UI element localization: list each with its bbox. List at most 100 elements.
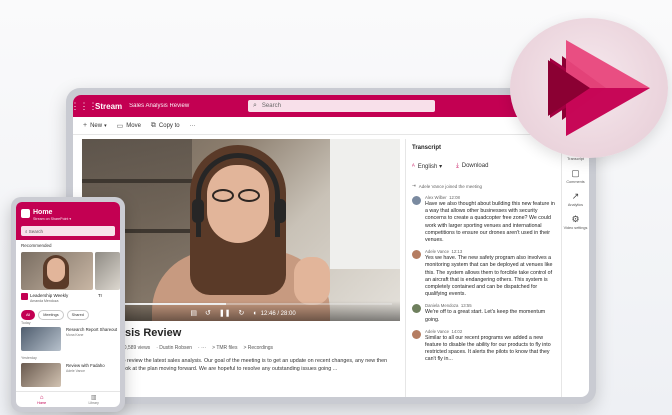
transcript-entry[interactable]: Daniela Mendoza 13:55 We're off to a gre… [412,303,558,323]
tab-home[interactable]: ⌂ Home [37,395,46,405]
more-button[interactable]: ··· [190,123,196,129]
entry-time: 12:13 [451,249,463,255]
entry-body: Adele Vance 12:13 Yes we have. The new s… [425,249,558,298]
entry-header: Adele Vance 14:02 [425,329,558,334]
list-item-title: Research Report Shareout [66,327,118,332]
transcript-panel: Transcript ᴬ English ▾ ⤓ Download ⇥ Adele V… [405,139,561,397]
video-controls: ▤ ↺ ❚❚ ↻ ◖ 12:46 / 28:00 [82,301,400,321]
today-heading: Today [21,321,31,325]
volume-icon[interactable]: ◖ [252,310,256,317]
entry-text: Similar to all our recent programs we ad… [425,334,551,363]
entry-body: Daniela Mendoza 13:55 We're off to a gre… [425,303,558,323]
plus-icon: + [83,122,88,129]
speaker-name: Adele Vance [425,249,450,255]
app-launcher-icon[interactable]: ⋮⋮⋮ [73,95,98,117]
headset-earcup [192,199,204,223]
rail-comments[interactable]: ▢ Comments [566,168,584,184]
transcript-title: Transcript [412,145,442,151]
copy-label: Copy to [158,122,180,129]
captions-icon[interactable]: ▤ [190,309,197,317]
search-placeholder: Search [261,103,281,109]
card-title: Tr [98,293,103,298]
entry-text: Have we also thought about building this… [425,201,555,244]
mobile-header: Home Stream on SharePoint ▾ ⌕ Search [16,202,120,240]
tab-label: Home [37,400,47,405]
side-rail: ☰Transcript ▢Comments ↗Analytics ⚙Video … [561,139,589,397]
join-text: Adele Vance joined the meeting [418,183,482,189]
presenter-headset [196,153,280,237]
breadcrumb[interactable]: Sales Analysis Review [129,103,189,109]
download-label: Download [461,163,489,169]
speaker-name: Alex Wilber [425,195,447,200]
avatar [412,329,421,339]
phone-frame: Home Stream on SharePoint ▾ ⌕ Search Rec… [11,197,125,412]
tab-library[interactable]: ▥ Library [88,394,98,405]
mobile-subtitle[interactable]: Stream on SharePoint ▾ [33,217,71,221]
filter-pills: All Meetings Shared [21,310,89,320]
list-item-title: Review with Fadaho [66,363,105,368]
headset-earcup [274,199,286,223]
entry-header: Daniela Mendoza 13:55 [425,303,558,308]
video-meta: 50,589 views · Dustin Robsen · ··· > TMR… [121,345,273,351]
copy-to-button[interactable]: ⧉ Copy to [151,122,180,130]
yesterday-heading: Yesterday [21,356,37,360]
download-button[interactable]: ⤓ Download [456,163,488,170]
mobile-search-label: Search [28,228,44,234]
list-item[interactable]: Research Report Shareout Mona Kane [21,327,117,351]
list-item-subtitle: Mona Kane [66,332,84,337]
list-item-text: Research Report Shareout Mona Kane [66,327,117,351]
owner-name[interactable]: · Dustin Robsen [156,345,192,351]
pill-all[interactable]: All [21,310,36,320]
mobile-tab-bar: ⌂ Home ▥ Library [16,391,120,407]
path-folder[interactable]: > Recordings [243,345,273,351]
avatar [412,196,421,205]
path-more[interactable]: · ··· [198,345,206,351]
entry-header: Alex Wilber 12:08 [425,195,558,200]
transcript-list: ⇥ Adele Vance joined the meeting Alex Wil… [412,183,558,369]
search-input[interactable]: ⌕ Search [248,100,435,112]
copy-icon: ⧉ [150,121,156,129]
app-name[interactable]: Stream [95,102,122,111]
rail-analytics[interactable]: ↗ Analytics [568,191,583,207]
shelf-board [82,179,192,183]
presenter-hand [294,257,330,305]
language-select[interactable]: ᴬ English ▾ [412,163,442,170]
rewind-icon[interactable]: ↺ [205,309,211,317]
org-logo-icon[interactable] [21,209,30,218]
rail-label: Analytics [567,203,584,207]
stream-mobile-app: Home Stream on SharePoint ▾ ⌕ Search Rec… [16,202,120,407]
video-player[interactable]: ▤ ↺ ❚❚ ↻ ◖ 12:46 / 28:00 [82,139,400,321]
translate-icon: ᴬ [412,164,415,170]
mobile-search-input[interactable]: ⌕ Search [21,226,115,236]
recommended-video-thumbnail[interactable] [95,252,120,290]
transcript-entry[interactable]: Alex Wilber 12:08 Have we also thought a… [412,195,558,244]
path-folder[interactable]: > TMR files [212,345,237,351]
new-button[interactable]: + New ▾ [83,122,107,129]
video-settings-icon: ⚙ [571,214,580,224]
avatar [412,304,421,314]
stream-logo-icon [548,40,650,136]
pill-meetings[interactable]: Meetings [38,310,64,320]
list-item[interactable]: Review with Fadaho Adele Vance [21,363,105,387]
avatar [412,250,421,260]
video-background-window [330,139,400,269]
pill-shared[interactable]: Shared [66,310,89,320]
entry-time: 12:08 [449,195,460,200]
library-icon: ▥ [90,395,97,401]
folder-move-icon: ▭ [116,122,124,130]
transcript-entry[interactable]: Adele Vance 14:02 Similar to all our rec… [412,329,558,364]
rail-video-settings[interactable]: ⚙ Video settings [564,214,588,230]
rail-label: Comments [566,180,585,184]
chevron-down-icon: ▾ [104,122,107,129]
transcript-event: ⇥ Adele Vance joined the meeting [412,183,558,189]
play-pause-icon[interactable]: ❚❚ [219,309,231,317]
tab-label: Library [88,401,99,405]
move-button[interactable]: ▭ Move [117,122,141,130]
comments-icon: ▢ [571,168,580,178]
forward-icon[interactable]: ↻ [239,309,245,317]
video-file-icon [21,293,28,300]
rail-label: Video settings [563,226,588,230]
card-subtitle: Amanda Mendoza [30,299,59,303]
recommended-video-thumbnail[interactable] [21,252,93,290]
transcript-entry[interactable]: Adele Vance 12:13 Yes we have. The new s… [412,249,558,298]
